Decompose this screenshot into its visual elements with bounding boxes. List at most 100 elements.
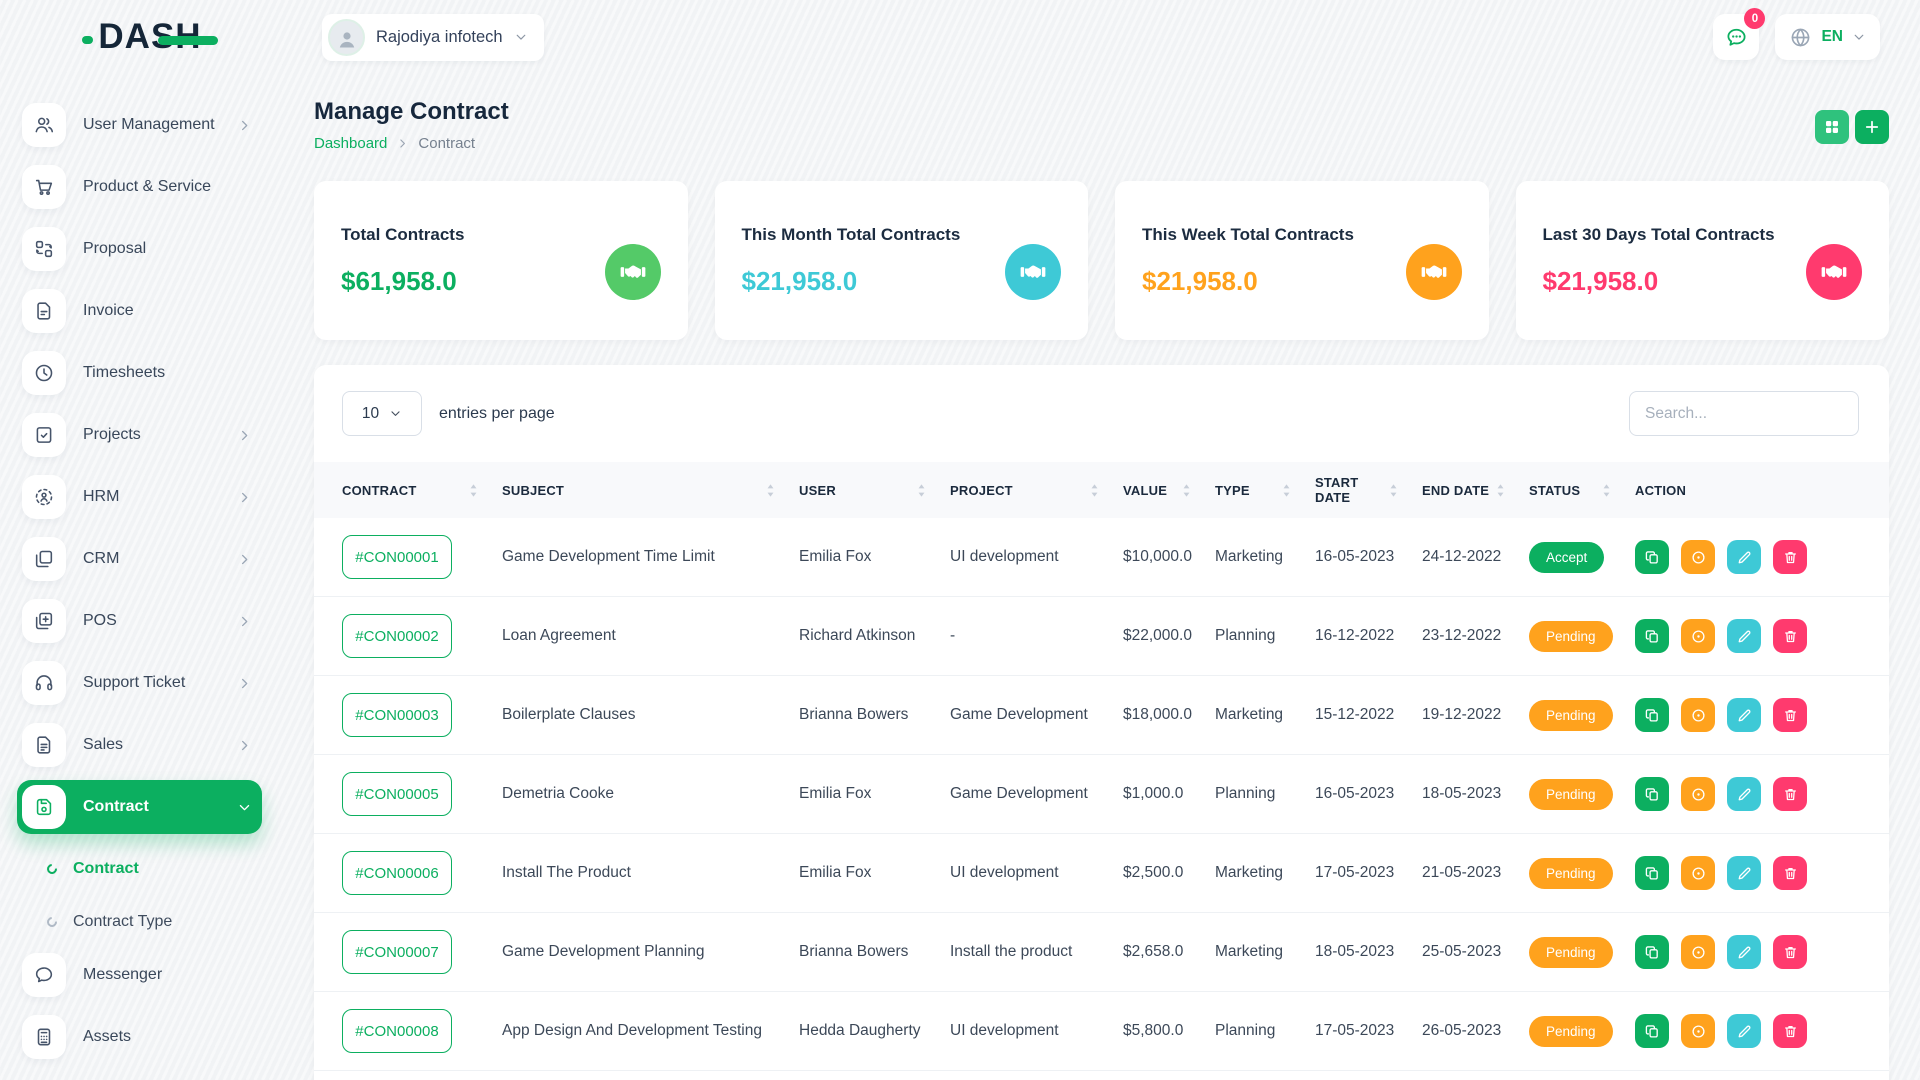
chevron-down-icon xyxy=(1852,30,1866,44)
sidebar-item-hrm[interactable]: HRM xyxy=(17,470,262,524)
duplicate-button[interactable] xyxy=(1635,698,1669,732)
company-name: Rajodiya infotech xyxy=(376,28,503,47)
edit-button[interactable] xyxy=(1727,935,1761,969)
sidebar-item-contract[interactable]: Contract xyxy=(17,780,262,834)
search-input[interactable] xyxy=(1629,391,1859,436)
delete-button[interactable] xyxy=(1773,856,1807,890)
delete-button[interactable] xyxy=(1773,619,1807,653)
bullet-icon xyxy=(45,861,59,875)
row-actions xyxy=(1635,540,1889,574)
cell-subject: Loan Agreement xyxy=(502,627,799,645)
table-row: #CON00005 Demetria Cooke Emilia Fox Game… xyxy=(314,755,1889,834)
column-header-subject[interactable]: SUBJECT xyxy=(502,462,799,518)
logo-dash-icon xyxy=(82,36,93,44)
edit-button[interactable] xyxy=(1727,856,1761,890)
view-button[interactable] xyxy=(1681,1014,1715,1048)
view-button[interactable] xyxy=(1681,540,1715,574)
duplicate-button[interactable] xyxy=(1635,619,1669,653)
sidebar-subitem-contract-type[interactable]: Contract Type xyxy=(0,895,284,948)
pos-icon xyxy=(22,599,66,643)
sidebar-item-projects[interactable]: Projects xyxy=(17,408,262,462)
delete-button[interactable] xyxy=(1773,540,1807,574)
column-header-project[interactable]: PROJECT xyxy=(950,462,1123,518)
sort-icon xyxy=(1182,483,1191,498)
sidebar-item-product-service[interactable]: Product & Service xyxy=(17,160,262,214)
sales-icon xyxy=(22,723,66,767)
duplicate-button[interactable] xyxy=(1635,777,1669,811)
table-row: #CON00007 Game Development Planning Bria… xyxy=(314,913,1889,992)
column-header-user[interactable]: USER xyxy=(799,462,950,518)
chevron-down-icon xyxy=(514,30,528,44)
view-button[interactable] xyxy=(1681,777,1715,811)
sidebar-item-invoice[interactable]: Invoice xyxy=(17,284,262,338)
cell-type: Planning xyxy=(1215,627,1315,645)
delete-button[interactable] xyxy=(1773,777,1807,811)
breadcrumb-dashboard-link[interactable]: Dashboard xyxy=(314,135,387,152)
cell-subject: Install The Product xyxy=(502,864,799,882)
cell-end-date: 25-05-2023 xyxy=(1422,943,1529,961)
language-selector[interactable]: EN xyxy=(1775,14,1880,60)
duplicate-button[interactable] xyxy=(1635,1014,1669,1048)
sidebar-item-assets[interactable]: Assets xyxy=(17,1010,262,1064)
contract-id-badge[interactable]: #CON00002 xyxy=(342,614,452,658)
sidebar-item-sales[interactable]: Sales xyxy=(17,718,262,772)
cell-start-date: 16-05-2023 xyxy=(1315,548,1422,566)
edit-button[interactable] xyxy=(1727,777,1761,811)
edit-button[interactable] xyxy=(1727,1014,1761,1048)
breadcrumb-current: Contract xyxy=(418,135,475,152)
delete-button[interactable] xyxy=(1773,698,1807,732)
invoice-icon xyxy=(22,289,66,333)
delete-button[interactable] xyxy=(1773,935,1807,969)
view-button[interactable] xyxy=(1681,935,1715,969)
contract-id-badge[interactable]: #CON00003 xyxy=(342,693,452,737)
view-button[interactable] xyxy=(1681,856,1715,890)
cell-end-date: 18-05-2023 xyxy=(1422,785,1529,803)
sidebar-item-support-ticket[interactable]: Support Ticket xyxy=(17,656,262,710)
cell-project: - xyxy=(950,627,1123,645)
column-header-contract[interactable]: CONTRACT xyxy=(342,462,502,518)
column-header-start-date[interactable]: START DATE xyxy=(1315,462,1422,518)
sidebar-item-user-management[interactable]: User Management xyxy=(17,98,262,152)
cell-start-date: 15-12-2022 xyxy=(1315,706,1422,724)
contract-id-badge[interactable]: #CON00007 xyxy=(342,930,452,974)
add-contract-button[interactable] xyxy=(1855,110,1889,144)
duplicate-button[interactable] xyxy=(1635,540,1669,574)
chat-icon xyxy=(1724,25,1749,50)
messenger-button[interactable]: 0 xyxy=(1713,14,1759,60)
stat-card: Total Contracts $61,958.0 xyxy=(314,181,688,340)
column-header-end-date[interactable]: END DATE xyxy=(1422,462,1529,518)
sidebar-subitem-contract[interactable]: Contract xyxy=(0,842,284,895)
cell-end-date: 23-12-2022 xyxy=(1422,627,1529,645)
view-button[interactable] xyxy=(1681,698,1715,732)
sidebar-item-crm[interactable]: CRM xyxy=(17,532,262,586)
stat-label: This Month Total Contracts xyxy=(742,225,1089,245)
duplicate-button[interactable] xyxy=(1635,856,1669,890)
contract-id-badge[interactable]: #CON00001 xyxy=(342,535,452,579)
stat-label: Total Contracts xyxy=(341,225,688,245)
edit-button[interactable] xyxy=(1727,540,1761,574)
sidebar-item-pos[interactable]: POS xyxy=(17,594,262,648)
cell-type: Marketing xyxy=(1215,943,1315,961)
edit-button[interactable] xyxy=(1727,698,1761,732)
view-button[interactable] xyxy=(1681,619,1715,653)
entries-per-page-select[interactable]: 10 xyxy=(342,391,422,436)
cell-start-date: 17-05-2023 xyxy=(1315,1022,1422,1040)
stat-card: This Month Total Contracts $21,958.0 xyxy=(715,181,1089,340)
column-header-status[interactable]: STATUS xyxy=(1529,462,1635,518)
edit-button[interactable] xyxy=(1727,619,1761,653)
contract-id-badge[interactable]: #CON00005 xyxy=(342,772,452,816)
column-header-value[interactable]: VALUE xyxy=(1123,462,1215,518)
duplicate-button[interactable] xyxy=(1635,935,1669,969)
grid-view-button[interactable] xyxy=(1815,110,1849,144)
delete-button[interactable] xyxy=(1773,1014,1807,1048)
page-title: Manage Contract xyxy=(314,98,509,126)
contract-id-badge[interactable]: #CON00006 xyxy=(342,851,452,895)
sidebar-item-proposal[interactable]: Proposal xyxy=(17,222,262,276)
sidebar-item-messenger[interactable]: Messenger xyxy=(17,948,262,1002)
company-selector[interactable]: Rajodiya infotech xyxy=(322,14,544,61)
bullet-icon xyxy=(45,914,59,928)
contract-id-badge[interactable]: #CON00008 xyxy=(342,1009,452,1053)
sidebar-item-timesheets[interactable]: Timesheets xyxy=(17,346,262,400)
column-header-type[interactable]: TYPE xyxy=(1215,462,1315,518)
column-header-action[interactable]: ACTION xyxy=(1635,462,1889,518)
